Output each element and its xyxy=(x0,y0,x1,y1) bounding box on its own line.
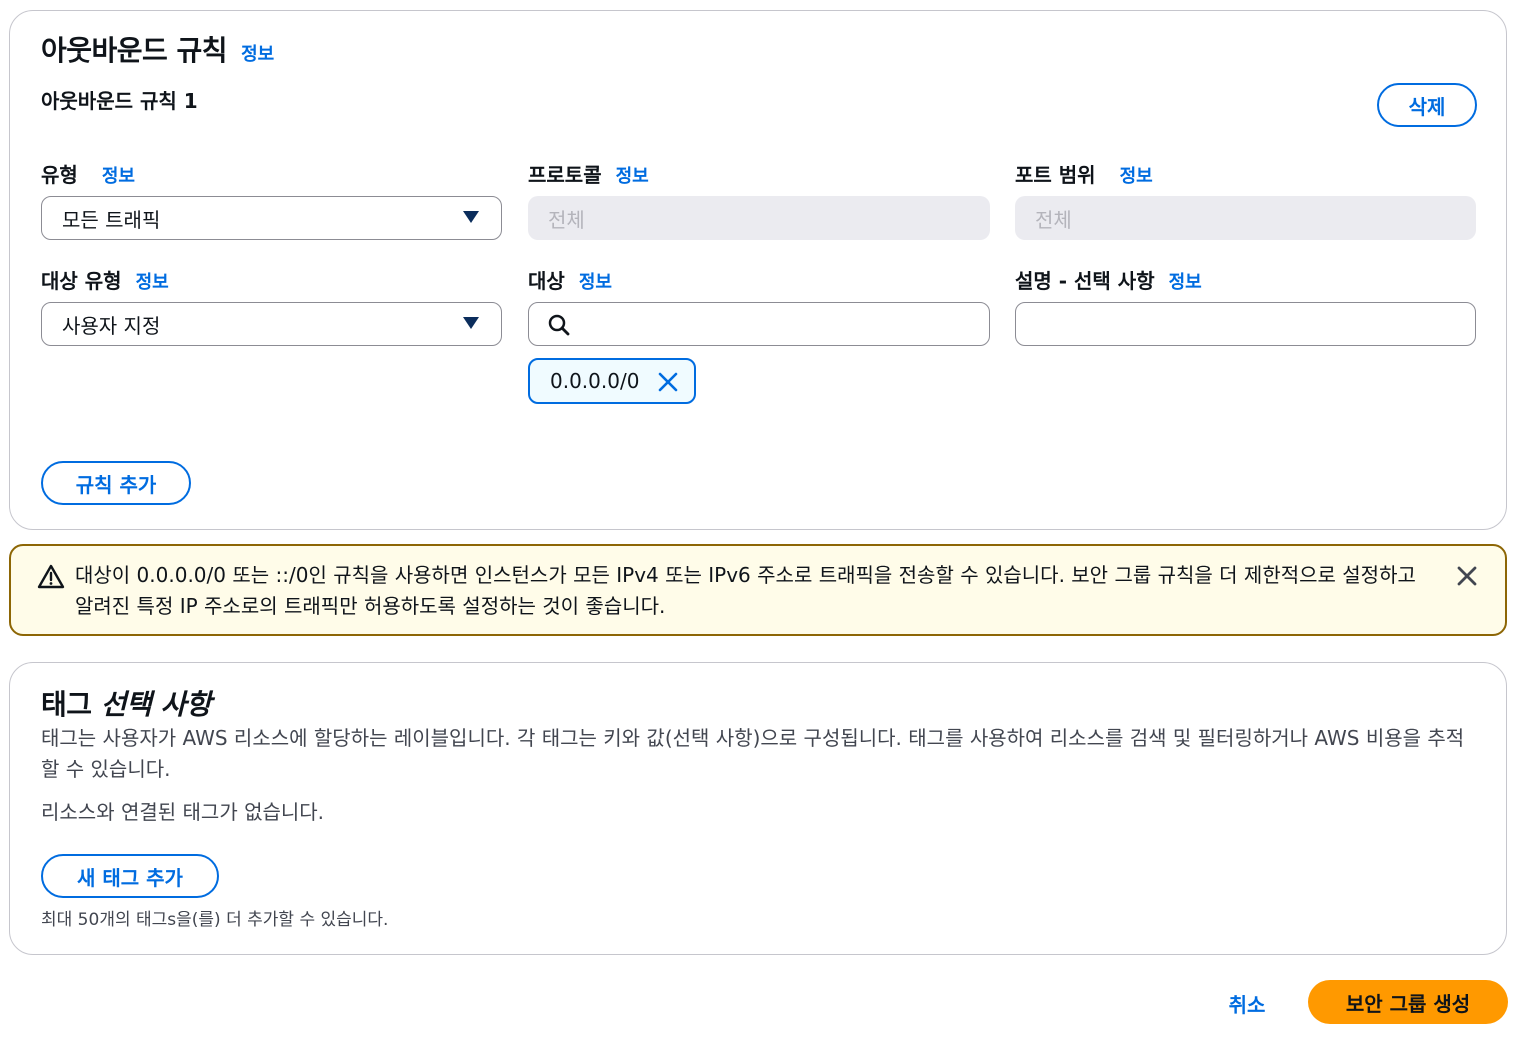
type-label: 유형 xyxy=(41,163,78,187)
dest-type-select[interactable]: 사용자 지정 xyxy=(41,302,502,346)
close-icon[interactable] xyxy=(657,371,679,393)
port-range-label: 포트 범위 xyxy=(1015,163,1096,187)
warning-icon xyxy=(37,564,65,589)
port-range-info-link[interactable]: 정보 xyxy=(1120,162,1153,188)
tags-panel: 태그 선택 사항 태그는 사용자가 AWS 리소스에 할당하는 레이블입니다. … xyxy=(9,662,1507,955)
dest-type-info-link[interactable]: 정보 xyxy=(136,268,169,294)
description-info-link[interactable]: 정보 xyxy=(1169,268,1202,294)
tags-empty-message: 리소스와 연결된 태그가 없습니다. xyxy=(41,800,325,824)
type-label-group: 유형 정보 xyxy=(41,159,135,188)
port-range-field: 전체 xyxy=(1015,196,1476,240)
tags-title-optional: 선택 사항 xyxy=(100,688,212,721)
protocol-info-link[interactable]: 정보 xyxy=(616,162,649,188)
outbound-info-link[interactable]: 정보 xyxy=(241,40,274,66)
cancel-button[interactable]: 취소 xyxy=(1212,983,1282,1023)
dest-type-select-value: 사용자 지정 xyxy=(62,313,161,338)
protocol-label-group: 프로토콜 정보 xyxy=(528,159,649,188)
tags-limit-note: 최대 50개의 태그s을(를) 더 추가할 수 있습니다. xyxy=(41,910,389,930)
protocol-value: 전체 xyxy=(548,207,585,232)
protocol-label: 프로토콜 xyxy=(528,163,602,187)
dest-type-label-group: 대상 유형 정보 xyxy=(41,265,169,294)
tags-title: 태그 선택 사항 xyxy=(41,683,212,723)
port-range-label-group: 포트 범위 정보 xyxy=(1015,159,1153,188)
type-select-value: 모든 트래픽 xyxy=(62,207,161,232)
delete-button[interactable]: 삭제 xyxy=(1377,83,1477,127)
outbound-header: 아웃바운드 규칙 정보 xyxy=(41,29,274,69)
caret-down-icon xyxy=(463,317,479,329)
warning-alert: 대상이 0.0.0.0/0 또는 ::/0인 규칙을 사용하면 인스턴스가 모든… xyxy=(9,544,1507,636)
protocol-field: 전체 xyxy=(528,196,990,240)
rule-title: 아웃바운드 규칙 1 xyxy=(41,89,198,113)
description-label: 설명 - 선택 사항 xyxy=(1015,269,1155,293)
description-input[interactable] xyxy=(1015,302,1476,346)
tags-description: 태그는 사용자가 AWS 리소스에 할당하는 레이블입니다. 각 태그는 키와 … xyxy=(41,726,1465,781)
description-label-group: 설명 - 선택 사항 정보 xyxy=(1015,265,1202,294)
caret-down-icon xyxy=(463,211,479,223)
warning-text: 대상이 0.0.0.0/0 또는 ::/0인 규칙을 사용하면 인스턴스가 모든… xyxy=(75,563,1416,618)
outbound-rules-panel: 아웃바운드 규칙 정보 아웃바운드 규칙 1 삭제 유형 정보 프로토콜 정보 … xyxy=(9,10,1507,530)
outbound-title: 아웃바운드 규칙 xyxy=(41,34,228,67)
type-info-link[interactable]: 정보 xyxy=(102,162,135,188)
type-select[interactable]: 모든 트래픽 xyxy=(41,196,502,240)
dest-type-label: 대상 유형 xyxy=(41,269,122,293)
dismiss-icon[interactable] xyxy=(1455,564,1479,588)
destination-label-group: 대상 정보 xyxy=(528,265,612,294)
destination-token-label: 0.0.0.0/0 xyxy=(550,369,640,393)
destination-search-input[interactable] xyxy=(528,302,990,346)
add-rule-button[interactable]: 규칙 추가 xyxy=(41,461,191,505)
destination-token: 0.0.0.0/0 xyxy=(528,358,696,404)
tags-title-plain: 태그 xyxy=(41,688,92,721)
create-security-group-button[interactable]: 보안 그룹 생성 xyxy=(1308,980,1508,1024)
search-icon xyxy=(548,314,570,336)
port-range-value: 전체 xyxy=(1035,207,1072,232)
destination-label: 대상 xyxy=(528,269,565,293)
add-tag-button[interactable]: 새 태그 추가 xyxy=(41,854,219,898)
destination-info-link[interactable]: 정보 xyxy=(579,268,612,294)
